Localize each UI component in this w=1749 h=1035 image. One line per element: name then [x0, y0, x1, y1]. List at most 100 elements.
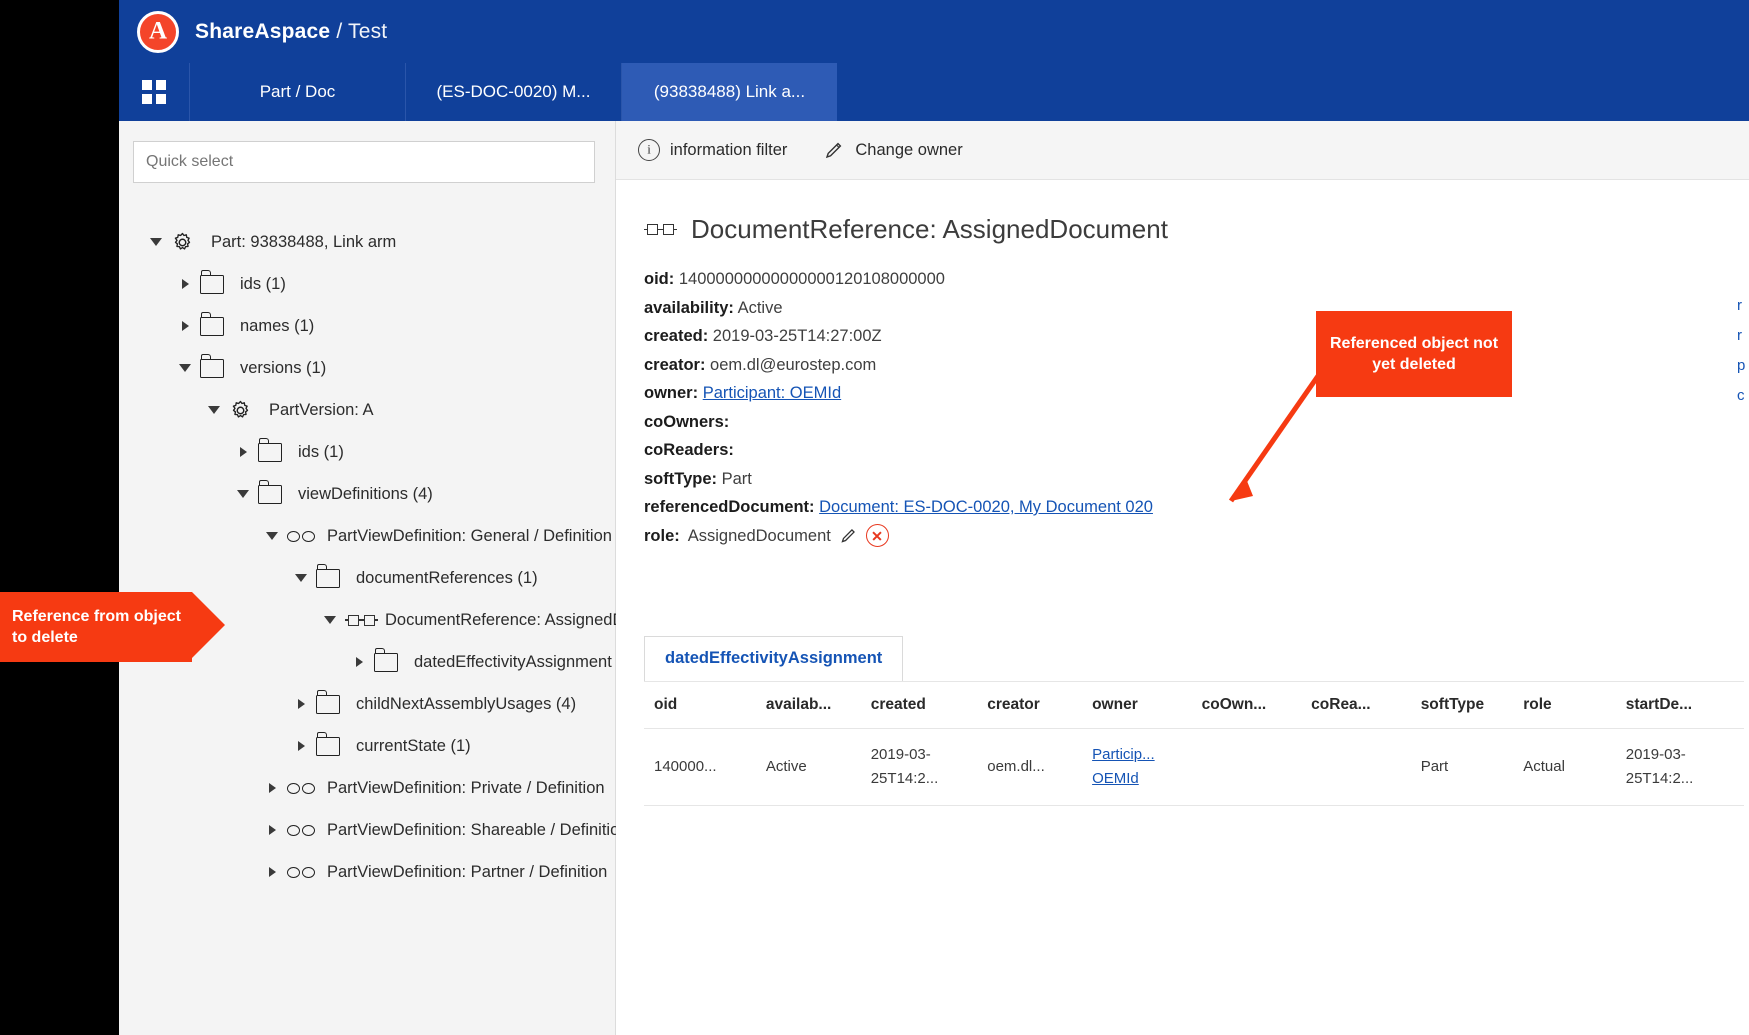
tree-node[interactable]: PartViewDefinition: Partner / Definition	[133, 851, 599, 893]
dated-effectivity-assignment-table: oidavailab...createdcreatorownercoOwn...…	[644, 681, 1744, 806]
docref-icon	[644, 224, 677, 235]
tree-node[interactable]: versions (1)	[133, 347, 599, 389]
tree-node[interactable]: viewDefinitions (4)	[133, 473, 599, 515]
grid-icon	[142, 80, 166, 104]
chevron-down-icon[interactable]	[147, 233, 165, 251]
callout-reference-from-object: Reference from object to delete	[0, 592, 192, 662]
object-title-text: DocumentReference: AssignedDocument	[691, 214, 1168, 245]
tree-node[interactable]: currentState (1)	[133, 725, 599, 767]
property-value: Part	[722, 470, 752, 488]
tree-node-label: PartVersion: A	[269, 402, 374, 419]
information-filter-button[interactable]: information filter	[638, 139, 787, 161]
chevron-right-icon[interactable]	[263, 821, 281, 839]
oo-icon	[287, 783, 315, 794]
table-cell-availability: Active	[756, 729, 861, 806]
folder-icon	[200, 317, 224, 336]
cell-text: 2019-03-25T14:2...	[871, 746, 939, 787]
property-value: oem.dl@eurostep.com	[710, 356, 876, 374]
table-column-header[interactable]: creator	[977, 682, 1082, 729]
tab-dated-effectivity-assignment[interactable]: datedEffectivityAssignment	[644, 636, 903, 681]
delete-role-icon[interactable]	[866, 524, 889, 547]
tree-node[interactable]: PartViewDefinition: Private / Definition	[133, 767, 599, 809]
property-key: referencedDocument:	[644, 498, 815, 516]
table-column-header[interactable]: role	[1513, 682, 1616, 729]
tree-node[interactable]: Part: 93838488, Link arm	[133, 221, 599, 263]
tab-93838488-link-arm[interactable]: (93838488) Link a...	[621, 63, 837, 121]
tree-node-label: PartViewDefinition: Private / Definition	[327, 780, 605, 797]
chevron-right-icon[interactable]	[292, 695, 310, 713]
tab-bar: Part / Doc (ES-DOC-0020) M... (93838488)…	[119, 63, 1749, 121]
screenshot-root: ShareAspace / Test Part / Doc (ES-DOC-00…	[0, 0, 1749, 1035]
table-row[interactable]: 140000...Active2019-03-25T14:2...oem.dl.…	[644, 729, 1744, 806]
table-cell-startDate: 2019-03-25T14:2...	[1616, 729, 1744, 806]
property-row: coOwners:	[644, 408, 1749, 437]
tree-node-label: documentReferences (1)	[356, 570, 538, 587]
table-column-header[interactable]: oid	[644, 682, 756, 729]
table-column-header[interactable]: availab...	[756, 682, 861, 729]
chevron-down-icon[interactable]	[205, 401, 223, 419]
tree-node[interactable]: PartVersion: A	[133, 389, 599, 431]
tree-node[interactable]: names (1)	[133, 305, 599, 347]
cell-text: Active	[766, 758, 807, 775]
chevron-right-icon[interactable]	[176, 317, 194, 335]
tree-node[interactable]: PartViewDefinition: General / Definition	[133, 515, 599, 557]
chevron-down-icon[interactable]	[292, 569, 310, 587]
chevron-down-icon[interactable]	[234, 485, 252, 503]
table-column-header[interactable]: coRea...	[1301, 682, 1411, 729]
cell-text: Actual	[1523, 758, 1565, 775]
grid-menu-button[interactable]	[119, 63, 189, 121]
chevron-down-icon[interactable]	[263, 527, 281, 545]
table-cell-coReaders	[1301, 729, 1411, 806]
info-circle-icon	[638, 139, 660, 161]
property-value-link[interactable]: Participant: OEMId	[703, 384, 841, 402]
oo-icon	[287, 825, 315, 836]
chevron-right-icon[interactable]	[292, 737, 310, 755]
tree-node-label: versions (1)	[240, 360, 326, 377]
tree-node-label: ids (1)	[240, 276, 286, 293]
tree-node[interactable]: ids (1)	[133, 263, 599, 305]
table-cell-softType: Part	[1411, 729, 1514, 806]
folder-icon	[374, 653, 398, 672]
tree-node-label: names (1)	[240, 318, 314, 335]
chevron-down-icon[interactable]	[321, 611, 339, 629]
table-column-header[interactable]: created	[861, 682, 978, 729]
chevron-right-icon[interactable]	[234, 443, 252, 461]
property-key: creator:	[644, 356, 705, 374]
cell-text: Part	[1421, 758, 1449, 775]
chevron-down-icon[interactable]	[176, 359, 194, 377]
information-filter-label: information filter	[670, 141, 787, 160]
property-value-link[interactable]: Document: ES-DOC-0020, My Document 020	[819, 498, 1153, 516]
chevron-right-icon[interactable]	[176, 275, 194, 293]
chevron-right-icon[interactable]	[350, 653, 368, 671]
pencil-icon	[823, 139, 845, 161]
tab-es-doc-0020[interactable]: (ES-DOC-0020) M...	[405, 63, 621, 121]
property-value: 14000000000000000120108000000	[679, 270, 945, 288]
tree-node[interactable]: PartViewDefinition: Shareable / Definiti…	[133, 809, 599, 851]
table-column-header[interactable]: owner	[1082, 682, 1192, 729]
gear-icon	[229, 399, 252, 422]
change-owner-button[interactable]: Change owner	[823, 139, 962, 161]
folder-icon	[316, 695, 340, 714]
related-tab-strip: datedEffectivityAssignment	[644, 636, 1749, 681]
chevron-right-icon[interactable]	[263, 863, 281, 881]
property-value: AssignedDocument	[688, 522, 831, 551]
table-cell-creator: oem.dl...	[977, 729, 1082, 806]
quick-select-input[interactable]	[133, 141, 595, 183]
table-column-header[interactable]: softType	[1411, 682, 1514, 729]
detail-content: DocumentReference: AssignedDocument oid:…	[616, 180, 1749, 1035]
tree-node[interactable]: ids (1)	[133, 431, 599, 473]
property-row: softType: Part	[644, 465, 1749, 494]
property-row: availability: Active	[644, 294, 1749, 323]
property-row-role: role:AssignedDocument	[644, 522, 1749, 551]
edit-role-pencil-icon[interactable]	[839, 526, 858, 545]
action-toolbar: information filter Change owner	[616, 121, 1749, 180]
change-owner-label: Change owner	[855, 141, 962, 160]
shareaspace-window: ShareAspace / Test Part / Doc (ES-DOC-00…	[119, 0, 1749, 1035]
property-key: owner:	[644, 384, 698, 402]
chevron-right-icon[interactable]	[263, 779, 281, 797]
table-column-header[interactable]: startDe...	[1616, 682, 1744, 729]
owner-link[interactable]: Particip... OEMId	[1092, 746, 1155, 787]
table-column-header[interactable]: coOwn...	[1192, 682, 1302, 729]
tab-part-doc[interactable]: Part / Doc	[189, 63, 405, 121]
tree-node[interactable]: childNextAssemblyUsages (4)	[133, 683, 599, 725]
